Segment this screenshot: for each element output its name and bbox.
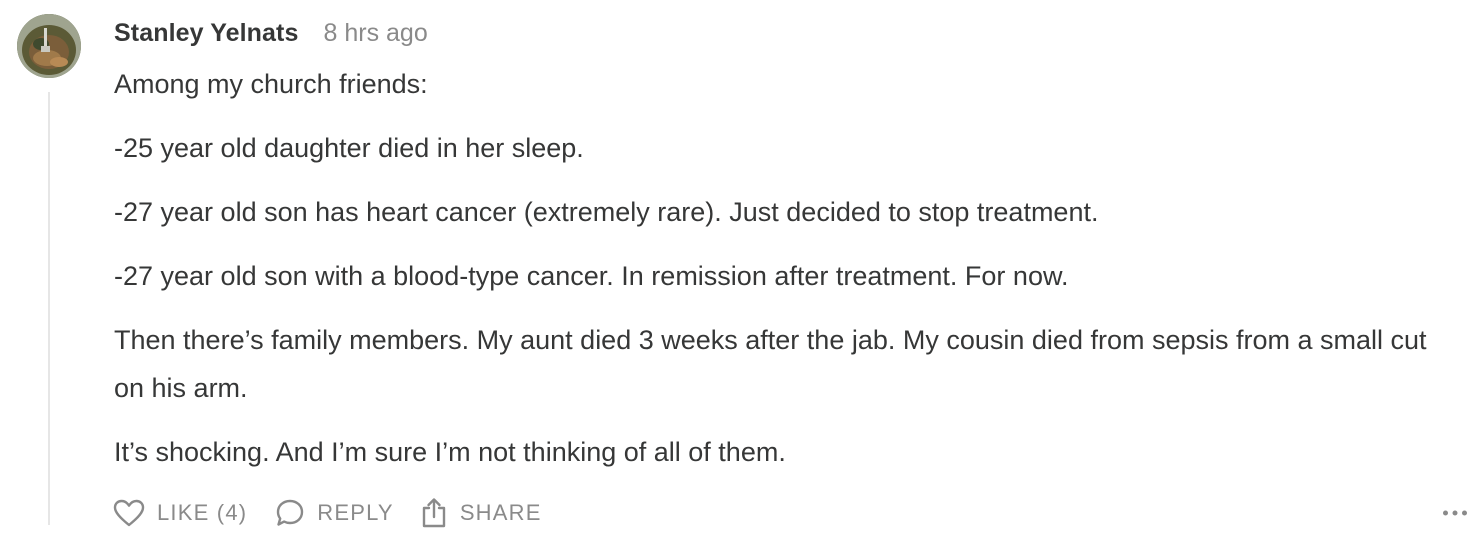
comment-paragraph: -27 year old son with a blood-type cance… — [114, 261, 1069, 291]
share-label: SHARE — [459, 500, 542, 525]
like-button[interactable]: LIKE (4) — [113, 499, 247, 527]
author-name[interactable]: Stanley Yelnats — [114, 19, 298, 48]
reply-label: REPLY — [317, 500, 394, 525]
comment-paragraph: -27 year old son has heart cancer (extre… — [114, 197, 1099, 227]
comment-timestamp[interactable]: 8 hrs ago — [323, 19, 427, 48]
heart-icon — [113, 499, 145, 527]
comment-paragraph: Among my church friends: — [114, 69, 428, 99]
comment-header: Stanley Yelnats 8 hrs ago — [114, 14, 428, 52]
comment-body: Among my church friends: -25 year old da… — [114, 60, 1464, 492]
more-icon — [1443, 510, 1467, 516]
more-options-button[interactable] — [1442, 494, 1468, 532]
share-button[interactable]: SHARE — [420, 497, 542, 529]
thread-line — [48, 92, 50, 525]
like-label: LIKE (4) — [157, 500, 248, 525]
share-icon — [422, 498, 446, 528]
reply-button[interactable]: REPLY — [275, 498, 394, 528]
comment-paragraph: Then there’s family members. My aunt die… — [114, 325, 1427, 403]
comment: Stanley Yelnats 8 hrs ago Among my churc… — [0, 0, 1470, 556]
comment-actions: LIKE (4) REPLY SHARE — [113, 494, 1468, 532]
avatar-image — [17, 14, 81, 78]
comment-paragraph: -25 year old daughter died in her sleep. — [114, 133, 584, 163]
comment-paragraph: It’s shocking. And I’m sure I’m not thin… — [114, 437, 786, 467]
avatar[interactable] — [17, 14, 81, 78]
speech-bubble-icon — [277, 499, 304, 526]
